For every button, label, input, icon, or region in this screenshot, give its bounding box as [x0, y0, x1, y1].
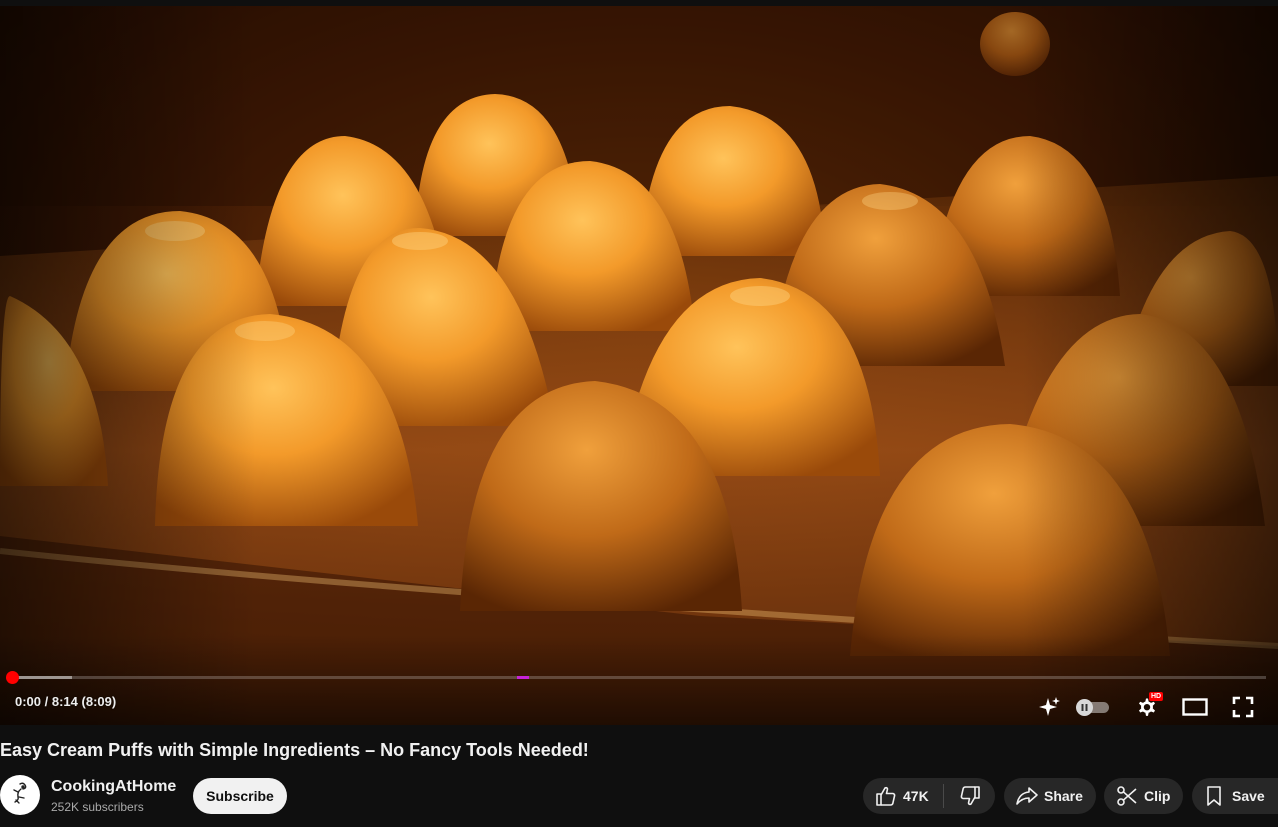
share-button[interactable]: Share	[1004, 778, 1096, 814]
current-time: 0:00	[15, 694, 42, 709]
chapter-marker	[517, 676, 529, 679]
thumbs-up-icon	[875, 785, 897, 807]
video-title: Easy Cream Puffs with Simple Ingredients…	[0, 740, 589, 760]
scissors-icon	[1116, 785, 1138, 807]
progress-loaded	[12, 676, 73, 679]
pause-icon	[1080, 703, 1089, 712]
toggle-knob	[1076, 699, 1093, 716]
time-separator: /	[41, 694, 52, 709]
clip-button[interactable]: Clip	[1104, 778, 1183, 814]
duration-extra: (8:09)	[81, 694, 117, 709]
thumbs-down-icon	[959, 785, 981, 807]
save-button[interactable]: Save	[1192, 778, 1278, 814]
watch-page: 0:00 / 8:14 (8:09) HD Easy Cream Puffs w…	[0, 0, 1278, 827]
video-frame[interactable]	[0, 6, 1278, 725]
video-player[interactable]: 0:00 / 8:14 (8:09) HD	[0, 6, 1278, 725]
fullscreen-button[interactable]	[1225, 689, 1261, 725]
duration: 8:14	[51, 694, 78, 709]
autoplay-toggle[interactable]	[1076, 689, 1112, 725]
share-arrow-icon	[1015, 785, 1039, 807]
fullscreen-icon	[1232, 696, 1254, 718]
hd-badge: HD	[1149, 692, 1164, 701]
progress-bar[interactable]	[6, 671, 1266, 684]
like-count: 47K	[903, 788, 929, 804]
save-label: Save	[1232, 788, 1265, 804]
like-dislike-group: 47K	[863, 778, 995, 814]
settings-button[interactable]: HD	[1129, 689, 1165, 725]
time-display: 0:00 / 8:14 (8:09)	[15, 694, 116, 709]
dislike-button[interactable]	[944, 778, 995, 814]
autoplay-sparkle-button[interactable]	[1032, 689, 1068, 725]
action-buttons: 47K Share Clip Save	[0, 778, 1278, 814]
share-label: Share	[1044, 788, 1083, 804]
bookmark-icon	[1204, 785, 1224, 807]
theater-mode-button[interactable]	[1177, 689, 1213, 725]
scrubber-handle[interactable]	[6, 671, 19, 684]
sparkle-icon	[1038, 695, 1062, 719]
clip-label: Clip	[1144, 788, 1171, 804]
theater-mode-icon	[1182, 697, 1208, 717]
like-button[interactable]: 47K	[863, 778, 943, 814]
